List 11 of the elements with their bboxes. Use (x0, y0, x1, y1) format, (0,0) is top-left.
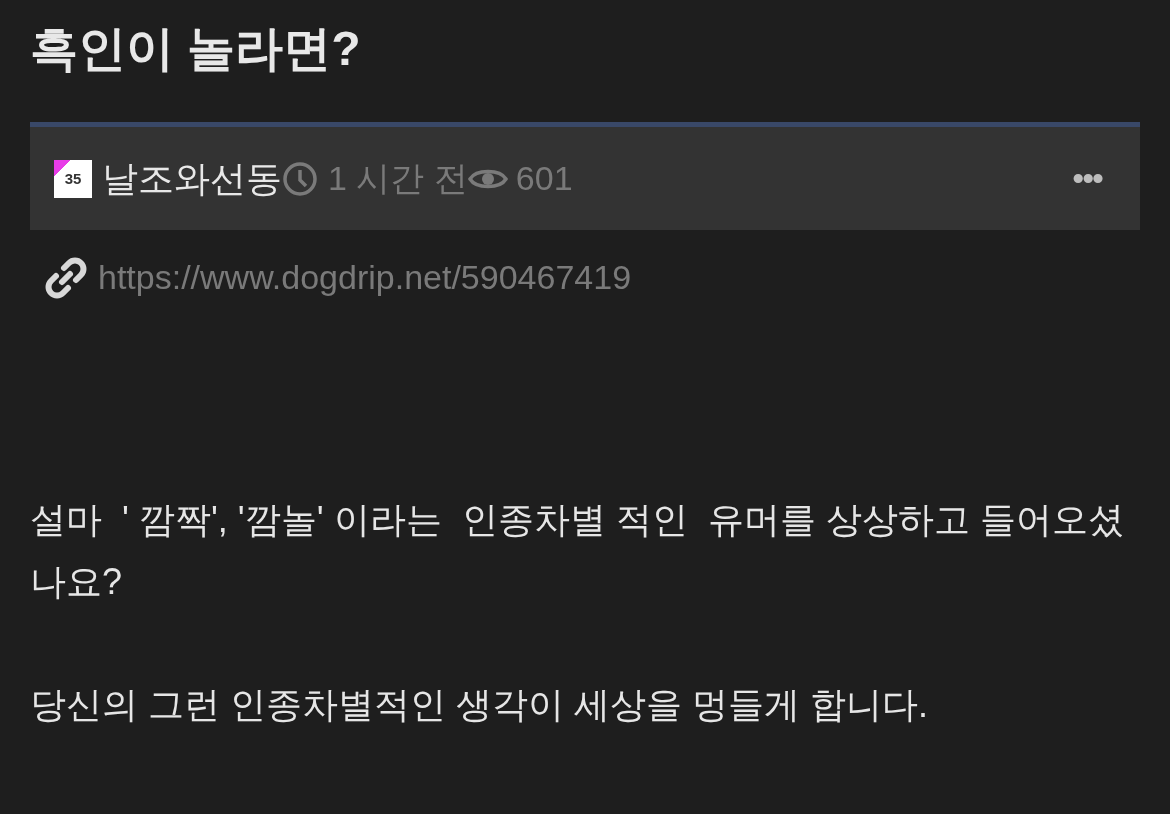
post-link[interactable]: https://www.dogdrip.net/590467419 (98, 252, 632, 304)
link-icon (44, 255, 88, 300)
post-title: 흑인이 놀라면? (30, 21, 362, 77)
level-badge-icon: 35 (54, 159, 92, 198)
post-time: 1 시간 전 (328, 158, 468, 200)
body-paragraph: 설마 ' 깜짝', '깜놀' 이라는 인종차별 적인 유머를 상상하고 들어오셨나요? (30, 498, 1125, 604)
author-name[interactable]: 날조와선동 (102, 151, 282, 206)
body-paragraph: 당신의 그런 인종차별적인 생각이 세상을 멍들게 합니다. (30, 682, 929, 727)
clock-icon (282, 160, 318, 197)
more-button[interactable]: ••• (1058, 153, 1116, 205)
view-count: 601 (515, 158, 573, 200)
